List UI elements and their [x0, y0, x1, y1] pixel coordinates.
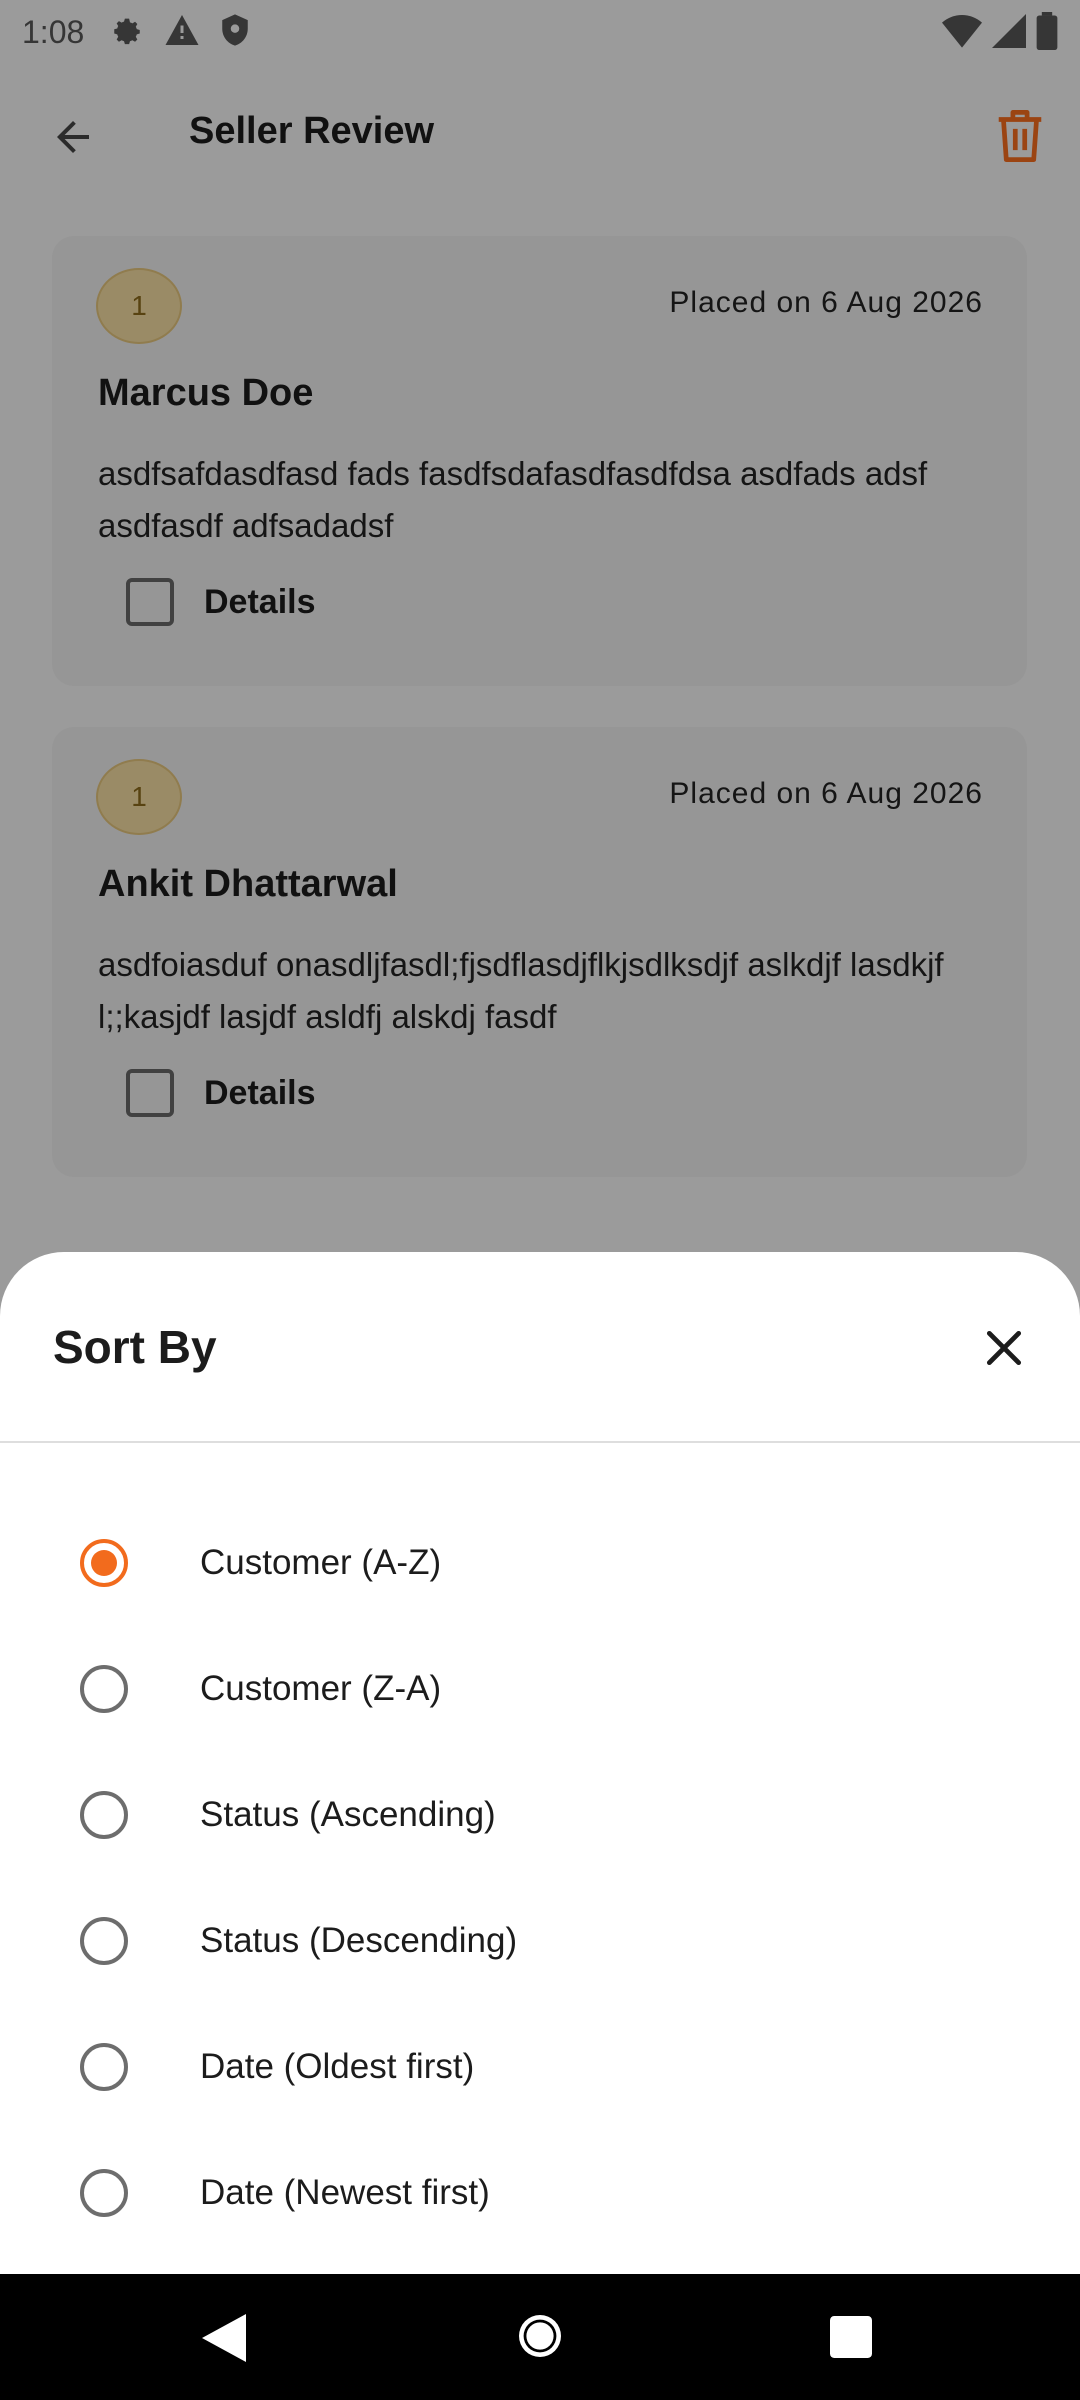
radio-button[interactable]: [80, 1791, 128, 1839]
option-label: Date (Newest first): [200, 2173, 490, 2212]
nav-home-icon[interactable]: [516, 2312, 564, 2365]
nav-recents-icon[interactable]: [830, 2316, 872, 2363]
sort-option-customer-desc[interactable]: Customer (Z-A): [0, 1626, 1080, 1752]
close-button[interactable]: [964, 1310, 1044, 1390]
option-label: Status (Ascending): [200, 1795, 496, 1834]
sort-option-status-asc[interactable]: Status (Ascending): [0, 1752, 1080, 1878]
close-icon: [982, 1326, 1026, 1375]
sort-option-customer-asc[interactable]: Customer (A-Z): [0, 1500, 1080, 1626]
sort-option-status-desc[interactable]: Status (Descending): [0, 1878, 1080, 2004]
option-label: Customer (A-Z): [200, 1543, 442, 1582]
radio-button[interactable]: [80, 1917, 128, 1965]
sort-options: Customer (A-Z) Customer (Z-A) Status (As…: [0, 1500, 1080, 2256]
sort-option-date-oldest[interactable]: Date (Oldest first): [0, 2004, 1080, 2130]
sort-option-date-newest[interactable]: Date (Newest first): [0, 2130, 1080, 2256]
radio-dot: [91, 1550, 117, 1576]
sheet-title: Sort By: [53, 1321, 217, 1373]
option-label: Customer (Z-A): [200, 1669, 442, 1708]
divider: [0, 1441, 1080, 1443]
radio-button[interactable]: [80, 2043, 128, 2091]
sort-bottom-sheet: Sort By Customer (A-Z) Customer (Z-A) St…: [0, 1252, 1080, 2274]
system-nav-bar: [0, 2274, 1080, 2400]
radio-button[interactable]: [80, 1539, 128, 1587]
radio-button[interactable]: [80, 1665, 128, 1713]
option-label: Date (Oldest first): [200, 2047, 475, 2086]
nav-back-icon[interactable]: [202, 2314, 246, 2367]
option-label: Status (Descending): [200, 1921, 518, 1960]
radio-button[interactable]: [80, 2169, 128, 2217]
